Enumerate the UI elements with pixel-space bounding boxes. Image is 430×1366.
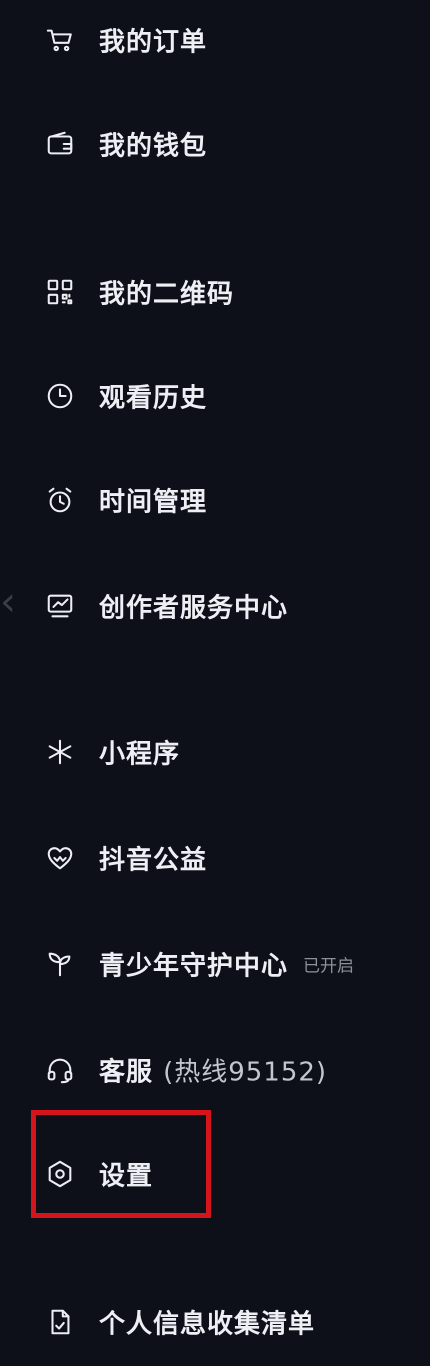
headset-icon: [44, 1054, 76, 1086]
menu-item-orders[interactable]: 我的订单: [0, 4, 430, 76]
menu-item-label: 我的钱包: [99, 131, 208, 162]
menu-item-settings[interactable]: 设置: [0, 1138, 430, 1210]
menu-item-label: 设置: [99, 1161, 154, 1192]
menu-item-creator-center[interactable]: 创作者服务中心: [0, 570, 430, 642]
alarm-clock-icon: [44, 484, 76, 516]
menu-item-charity[interactable]: 抖音公益: [0, 822, 430, 894]
sprout-icon: [44, 948, 76, 980]
menu-item-qrcode[interactable]: 我的二维码: [0, 256, 430, 328]
menu-item-label: 我的订单: [99, 27, 208, 58]
menu-item-label-main: 客服: [99, 1057, 154, 1088]
heart-icon: [44, 842, 76, 874]
wallet-icon: [44, 128, 76, 160]
menu-item-label: 时间管理: [99, 487, 208, 518]
menu-item-label: 我的二维码: [99, 279, 235, 310]
menu-item-label: 客服 (热线95152): [99, 1052, 327, 1089]
menu-item-customer-service[interactable]: 客服 (热线95152): [0, 1034, 430, 1106]
menu-item-youth-protection[interactable]: 青少年守护中心 已开启: [0, 928, 430, 1000]
clock-icon: [44, 380, 76, 412]
monitor-chart-icon: [44, 590, 76, 622]
menu-item-personal-info[interactable]: 个人信息收集清单: [0, 1286, 430, 1358]
document-icon: [44, 1306, 76, 1338]
menu-item-label: 观看历史: [99, 383, 208, 414]
menu-item-wallet[interactable]: 我的钱包: [0, 108, 430, 180]
asterisk-icon: [44, 736, 76, 768]
menu-item-history[interactable]: 观看历史: [0, 360, 430, 432]
menu-item-label: 创作者服务中心: [99, 593, 289, 624]
menu-item-label: 抖音公益: [99, 845, 208, 876]
qrcode-icon: [44, 276, 76, 308]
cart-icon: [44, 24, 76, 56]
menu-item-label: 青少年守护中心: [99, 951, 289, 982]
menu-item-label: 小程序: [99, 739, 181, 770]
hotline-text: (热线95152): [163, 1057, 328, 1088]
hexagon-gear-icon: [44, 1158, 76, 1190]
menu-item-mini-programs[interactable]: 小程序: [0, 716, 430, 788]
status-badge: 已开启: [303, 956, 354, 977]
menu-item-label: 个人信息收集清单: [99, 1309, 316, 1340]
menu-item-time-management[interactable]: 时间管理: [0, 464, 430, 536]
